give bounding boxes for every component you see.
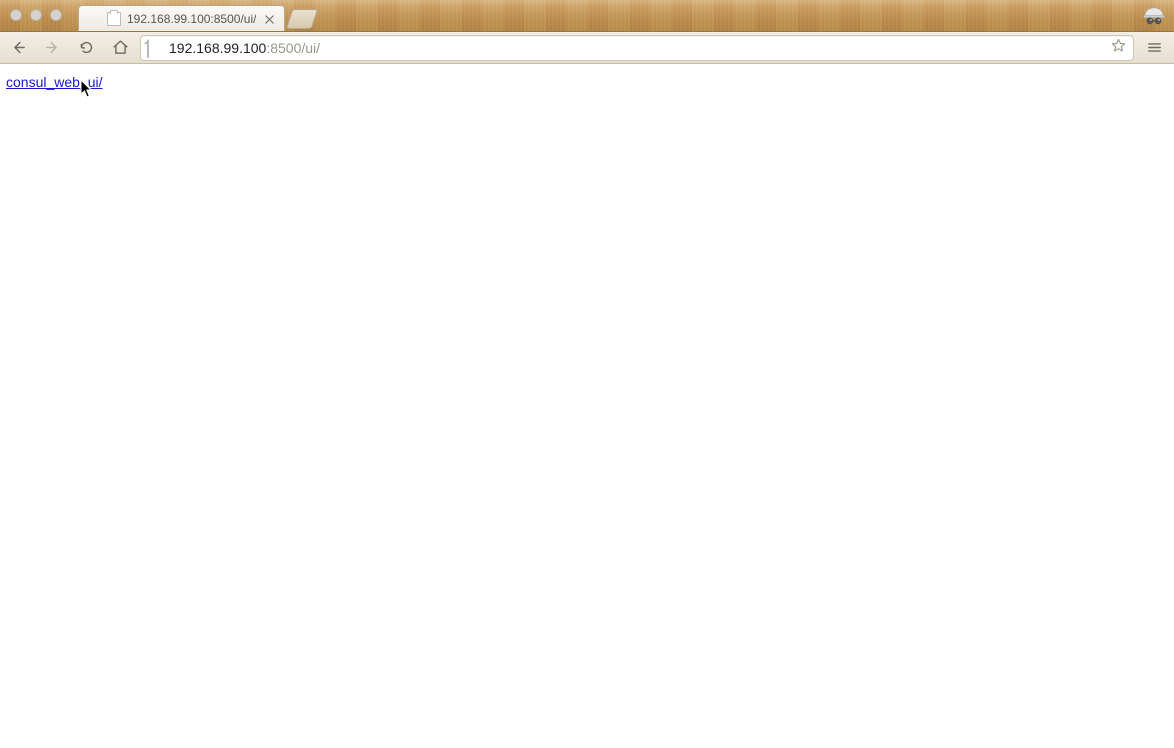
bookmark-button[interactable] (1110, 37, 1127, 59)
page-icon (107, 12, 121, 26)
forward-button[interactable] (38, 35, 66, 61)
url-path: :8500/ui/ (266, 40, 320, 56)
home-button[interactable] (106, 35, 134, 61)
home-icon (112, 39, 129, 56)
tab-strip: 192.168.99.100:8500/ui/ (78, 0, 315, 31)
incognito-icon (1141, 3, 1167, 29)
hamburger-icon (1146, 39, 1163, 56)
url-text[interactable]: 192.168.99.100:8500/ui/ (169, 40, 1104, 56)
page-icon (147, 39, 149, 58)
incognito-indicator (1140, 2, 1168, 30)
directory-link[interactable]: consul_web_ui/ (6, 74, 103, 90)
star-icon (1110, 37, 1127, 54)
window-minimize-button[interactable] (30, 9, 42, 21)
page-viewport: consul_web_ui/ (0, 64, 1174, 748)
url-host: 192.168.99.100 (169, 40, 266, 56)
window-zoom-button[interactable] (50, 9, 62, 21)
site-identity[interactable] (147, 40, 163, 56)
forward-arrow-icon (44, 39, 61, 56)
window-controls (10, 9, 62, 21)
address-bar[interactable]: 192.168.99.100:8500/ui/ (140, 35, 1134, 61)
new-tab-button[interactable] (286, 9, 318, 29)
back-button[interactable] (4, 35, 32, 61)
chrome-menu-button[interactable] (1140, 35, 1168, 61)
reload-icon (78, 39, 95, 56)
tab-close-button[interactable] (262, 12, 276, 26)
tab-title: 192.168.99.100:8500/ui/ (127, 12, 256, 26)
close-icon (265, 15, 274, 24)
browser-toolbar: 192.168.99.100:8500/ui/ (0, 32, 1174, 64)
back-arrow-icon (10, 39, 27, 56)
reload-button[interactable] (72, 35, 100, 61)
window-titlebar: 192.168.99.100:8500/ui/ (0, 0, 1174, 32)
window-close-button[interactable] (10, 9, 22, 21)
tab-active[interactable]: 192.168.99.100:8500/ui/ (78, 5, 285, 31)
